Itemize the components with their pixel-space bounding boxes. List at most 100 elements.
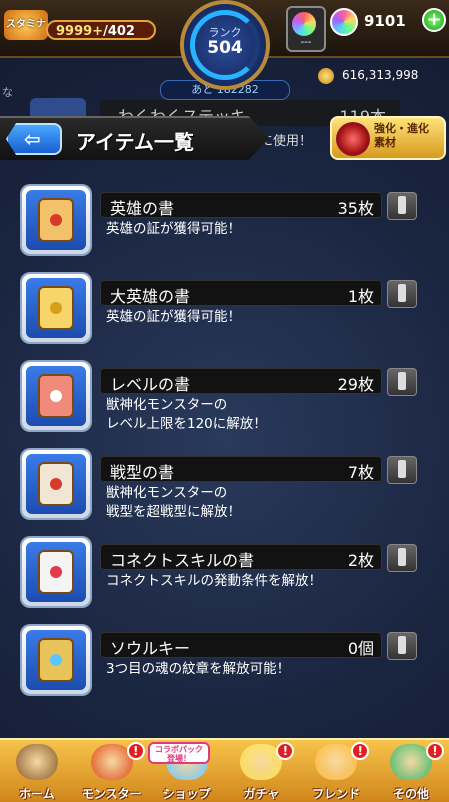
item-description-line: 戦型を超戦型に解放！ <box>106 504 241 520</box>
item-icon-background <box>26 630 86 690</box>
soul-key-icon <box>22 626 90 694</box>
back-button[interactable]: ⇦ <box>6 123 62 155</box>
info-icon <box>398 548 406 566</box>
item-count: 0個 <box>347 639 374 658</box>
level-scroll-icon <box>22 362 90 430</box>
orb-icon <box>330 8 358 36</box>
item-description: 英雄の証が獲得可能！ <box>106 308 406 327</box>
item-row[interactable]: コネクトスキルの書 2枚 コネクトスキルの発動条件を解放！ <box>0 532 449 620</box>
orb-count: 9101 <box>364 12 406 30</box>
item-name: ソウルキー <box>110 639 191 658</box>
item-icon-seal <box>50 478 62 490</box>
item-description-line: レベル上限を120に解放！ <box>106 416 267 432</box>
gem-slot-text: --- <box>300 37 312 48</box>
item-row[interactable]: レベルの書 29枚 獣神化モンスターの レベル上限を120に解放！ <box>0 356 449 444</box>
item-count: 7枚 <box>347 463 374 482</box>
item-info-button[interactable] <box>387 544 417 572</box>
item-count: 29枚 <box>337 375 374 394</box>
item-count: 35枚 <box>337 199 374 218</box>
nav-friend-tab[interactable]: フレンド! <box>299 740 373 802</box>
stamina-bar: 9999+/402 <box>46 20 156 40</box>
item-icon-paper <box>40 376 72 416</box>
item-icon-seal <box>50 654 62 666</box>
item-count: 2枚 <box>347 551 374 570</box>
item-row[interactable]: 大英雄の書 1枚 英雄の証が獲得可能！ <box>0 268 449 356</box>
info-icon <box>398 636 406 654</box>
page-header: ⇦ アイテム一覧 <box>0 116 270 160</box>
nav-home-icon <box>16 744 58 780</box>
info-icon <box>398 372 406 390</box>
nav-other-tab[interactable]: その他! <box>374 740 448 802</box>
stamina-max: /402 <box>103 24 135 39</box>
item-name-bar: コネクトスキルの書 2枚 <box>100 544 382 570</box>
connect-skill-scroll-icon <box>22 538 90 606</box>
gem-icon <box>292 12 316 36</box>
item-name-bar: レベルの書 29枚 <box>100 368 382 394</box>
item-description: コネクトスキルの発動条件を解放！ <box>106 572 406 591</box>
evolve-materials-button[interactable]: 強化・進化 素材 <box>330 116 446 160</box>
back-arrow-icon: ⇦ <box>24 127 41 151</box>
alert-badge: ! <box>351 742 370 760</box>
hero-scroll-icon <box>22 186 90 254</box>
item-description-line: 英雄の証が獲得可能！ <box>106 309 241 325</box>
rank-value: 504 <box>207 38 243 58</box>
battle-type-scroll-icon <box>22 450 90 518</box>
item-info-button[interactable] <box>387 280 417 308</box>
rank-badge[interactable]: ランク 504 <box>180 0 270 90</box>
page-title: アイテム一覧 <box>76 130 194 154</box>
nav-home-label: ホーム <box>19 787 55 801</box>
item-icon-background <box>26 278 86 338</box>
item-info-button[interactable] <box>387 192 417 220</box>
item-icon-seal <box>50 390 62 402</box>
collab-tag-line2: 登場！ <box>167 754 191 763</box>
item-count: 1枚 <box>347 287 374 306</box>
item-name-bar: 大英雄の書 1枚 <box>100 280 382 306</box>
item-icon-background <box>26 190 86 250</box>
stamina-current: 9999+ <box>56 24 104 39</box>
item-icon-background <box>26 366 86 426</box>
item-name: 大英雄の書 <box>110 287 191 306</box>
nav-gacha-tab[interactable]: ガチャ! <box>224 740 298 802</box>
item-icon-background <box>26 454 86 514</box>
item-name: レベルの書 <box>110 375 191 394</box>
item-info-button[interactable] <box>387 368 417 396</box>
item-name-bar: 戦型の書 7枚 <box>100 456 382 482</box>
nav-friend-label: フレンド <box>312 787 361 801</box>
item-info-button[interactable] <box>387 456 417 484</box>
item-description: 3つ目の魂の紋章を解放可能！ <box>106 660 406 679</box>
add-orb-button[interactable]: + <box>422 8 446 32</box>
item-info-button[interactable] <box>387 632 417 660</box>
info-icon <box>398 196 406 214</box>
bottom-navigation: ホーム モンスター! ショップ ガチャ! フレンド! その他! <box>0 738 449 802</box>
gem-slot-button[interactable]: --- <box>286 6 326 52</box>
coin-count: 616,313,998 <box>342 68 419 82</box>
coin-icon <box>318 68 334 84</box>
alert-badge: ! <box>426 742 444 760</box>
item-icon-paper <box>40 288 72 328</box>
item-name: コネクトスキルの書 <box>110 551 255 570</box>
evolve-label-line1: 強化・進化 <box>374 122 429 135</box>
item-row[interactable]: ソウルキー 0個 3つ目の魂の紋章を解放可能！ <box>0 620 449 708</box>
item-icon-paper <box>40 640 72 680</box>
item-icon-seal <box>50 302 62 314</box>
nav-monster-tab[interactable]: モンスター! <box>75 740 149 802</box>
nav-monster-label: モンスター <box>81 787 142 801</box>
item-row[interactable]: 英雄の書 35枚 英雄の証が獲得可能！ <box>0 180 449 268</box>
alert-badge: ! <box>276 742 295 760</box>
great-hero-scroll-icon <box>22 274 90 342</box>
info-icon <box>398 284 406 302</box>
item-description-line: コネクトスキルの発動条件を解放！ <box>106 573 322 589</box>
item-icon-paper <box>40 200 72 240</box>
stamina-icon: スタミナ <box>4 10 48 40</box>
item-name-bar: ソウルキー 0個 <box>100 632 382 658</box>
item-icon-seal <box>50 566 62 578</box>
item-description: 獣神化モンスターの レベル上限を120に解放！ <box>106 396 406 434</box>
item-icon-seal <box>50 214 62 226</box>
item-row[interactable]: 戦型の書 7枚 獣神化モンスターの 戦型を超戦型に解放！ <box>0 444 449 532</box>
collab-tag-line1: コラボパック <box>155 745 203 754</box>
item-name: 英雄の書 <box>110 199 175 218</box>
item-name: 戦型の書 <box>110 463 175 482</box>
nav-home-tab[interactable]: ホーム <box>0 740 74 802</box>
item-icon-background <box>26 542 86 602</box>
nav-other-label: その他 <box>392 787 429 801</box>
